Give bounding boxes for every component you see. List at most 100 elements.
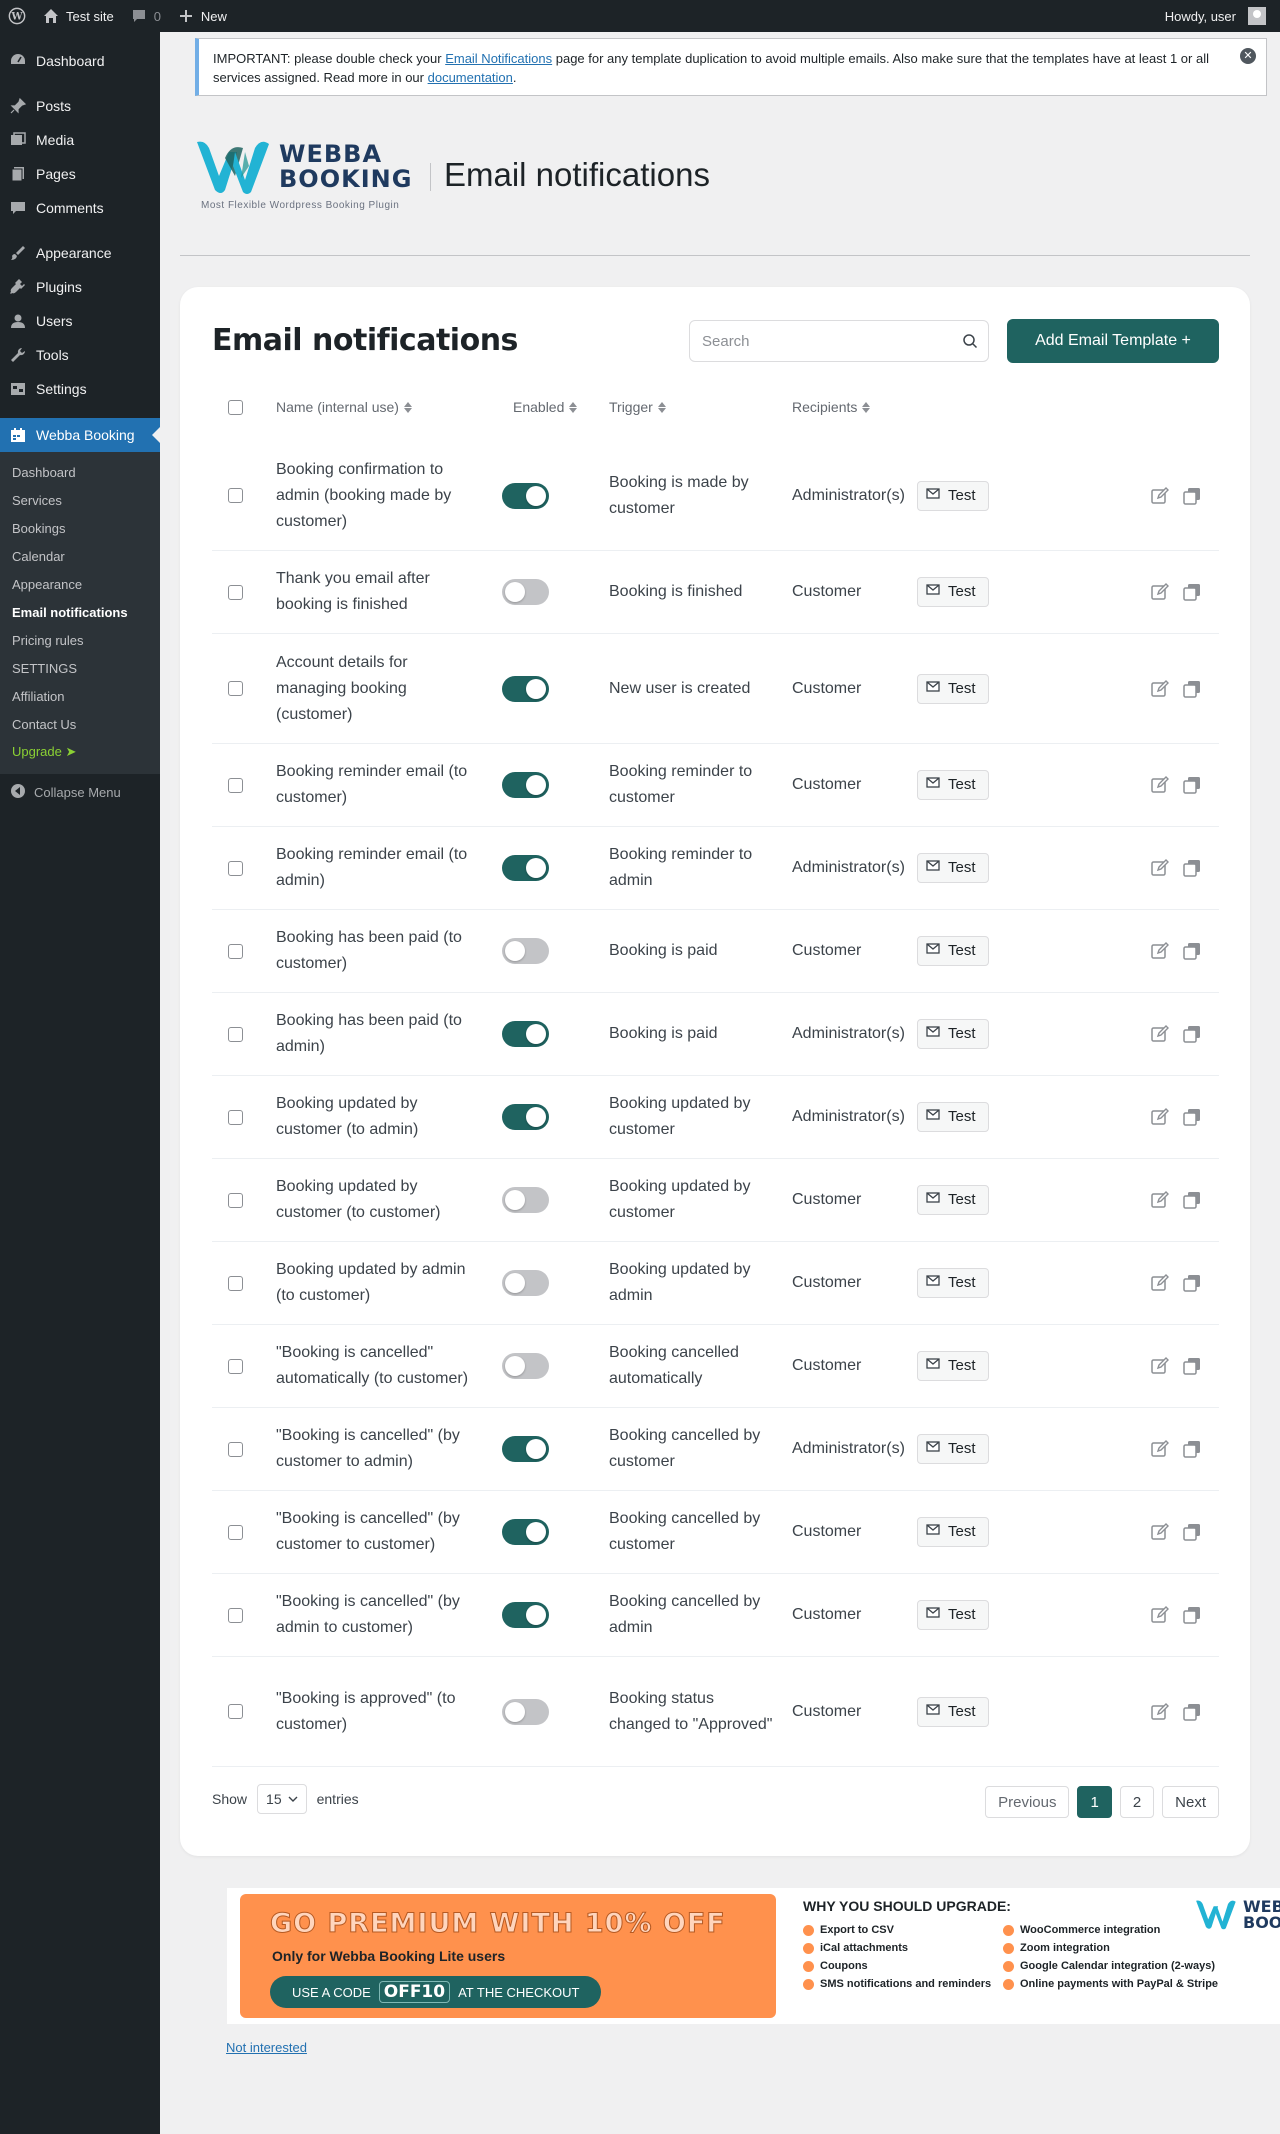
enabled-toggle[interactable] [502,938,549,964]
edit-icon[interactable] [1150,1356,1170,1376]
row-checkbox[interactable] [228,1524,243,1540]
duplicate-icon[interactable] [1182,1190,1202,1210]
duplicate-icon[interactable] [1182,775,1202,795]
test-email-button[interactable]: Test [917,1268,989,1298]
sidebar-item-settings[interactable]: Settings [0,372,160,406]
edit-icon[interactable] [1150,486,1170,506]
sidebar-item-tools[interactable]: Tools [0,338,160,372]
sidebar-item-media[interactable]: Media [0,123,160,157]
page-button-1[interactable]: 1 [1077,1786,1112,1818]
sidebar-item-plugins[interactable]: Plugins [0,270,160,304]
edit-icon[interactable] [1150,858,1170,878]
duplicate-icon[interactable] [1182,1356,1202,1376]
entries-select[interactable]: 15 [257,1784,307,1814]
submenu-affiliation[interactable]: Affiliation [0,682,160,710]
wordpress-logo[interactable]: W [0,0,34,32]
page-button-2[interactable]: 2 [1119,1786,1155,1818]
enabled-toggle[interactable] [502,1436,549,1462]
new-content-link[interactable]: New [169,0,235,32]
submenu-settings[interactable]: SETTINGS [0,654,160,682]
premium-promo-banner[interactable]: GO PREMIUM WITH 10% OFF Only for Webba B… [227,1888,1280,2024]
enabled-toggle[interactable] [502,772,549,798]
test-email-button[interactable]: Test [917,1600,989,1630]
not-interested-link[interactable]: Not interested [226,2040,307,2055]
edit-icon[interactable] [1150,1273,1170,1293]
duplicate-icon[interactable] [1182,486,1202,506]
test-email-button[interactable]: Test [917,1102,989,1132]
column-recipients-header[interactable]: Recipients [792,399,871,415]
submenu-upgrade[interactable]: Upgrade ➤ [0,738,160,766]
previous-page-button[interactable]: Previous [985,1786,1070,1818]
submenu-contact-us[interactable]: Contact Us [0,710,160,738]
row-checkbox[interactable] [228,1358,243,1374]
site-name-link[interactable]: Test site [34,0,122,32]
enabled-toggle[interactable] [502,855,549,881]
row-checkbox[interactable] [228,943,243,959]
duplicate-icon[interactable] [1182,1107,1202,1127]
duplicate-icon[interactable] [1182,858,1202,878]
email-notifications-link[interactable]: Email Notifications [445,51,552,66]
row-checkbox[interactable] [228,1275,243,1291]
duplicate-icon[interactable] [1182,1024,1202,1044]
submenu-pricing-rules[interactable]: Pricing rules [0,626,160,654]
submenu-email-notifications[interactable]: Email notifications [0,598,160,626]
enabled-toggle[interactable] [502,1519,549,1545]
add-email-template-button[interactable]: Add Email Template + [1007,319,1219,363]
enabled-toggle[interactable] [502,482,549,509]
edit-icon[interactable] [1150,941,1170,961]
test-email-button[interactable]: Test [917,1517,989,1547]
test-email-button[interactable]: Test [917,1351,989,1381]
test-email-button[interactable]: Test [917,480,989,511]
test-email-button[interactable]: Test [917,853,989,883]
test-email-button[interactable]: Test [917,936,989,966]
row-checkbox[interactable] [228,488,243,503]
duplicate-icon[interactable] [1182,941,1202,961]
duplicate-icon[interactable] [1182,679,1202,699]
test-email-button[interactable]: Test [917,1434,989,1464]
row-checkbox[interactable] [228,1109,243,1125]
row-checkbox[interactable] [228,1441,243,1457]
submenu-dashboard[interactable]: Dashboard [0,458,160,486]
test-email-button[interactable]: Test [917,1185,989,1215]
edit-icon[interactable] [1150,1605,1170,1625]
row-checkbox[interactable] [228,584,243,600]
select-all-checkbox[interactable] [228,400,243,415]
enabled-toggle[interactable] [502,579,549,605]
enabled-toggle[interactable] [502,1698,549,1725]
submenu-services[interactable]: Services [0,486,160,514]
row-checkbox[interactable] [228,1704,243,1719]
sidebar-item-comments[interactable]: Comments [0,191,160,225]
enabled-toggle[interactable] [502,1270,549,1296]
sidebar-item-webba-booking[interactable]: Webba Booking [0,418,160,452]
duplicate-icon[interactable] [1182,582,1202,602]
sidebar-item-pages[interactable]: Pages [0,157,160,191]
row-checkbox[interactable] [228,860,243,876]
edit-icon[interactable] [1150,1190,1170,1210]
duplicate-icon[interactable] [1182,1522,1202,1542]
edit-icon[interactable] [1150,775,1170,795]
enabled-toggle[interactable] [502,1353,549,1379]
row-checkbox[interactable] [228,681,243,696]
edit-icon[interactable] [1150,679,1170,699]
column-trigger-header[interactable]: Trigger [609,399,666,415]
column-name-header[interactable]: Name (internal use) [276,399,412,415]
test-email-button[interactable]: Test [917,1696,989,1727]
test-email-button[interactable]: Test [917,1019,989,1049]
enabled-toggle[interactable] [502,1104,549,1130]
edit-icon[interactable] [1150,1439,1170,1459]
next-page-button[interactable]: Next [1162,1786,1219,1818]
sidebar-item-dashboard[interactable]: Dashboard [0,44,160,78]
search-icon[interactable] [962,333,978,349]
search-input[interactable] [689,320,989,362]
edit-icon[interactable] [1150,1107,1170,1127]
test-email-button[interactable]: Test [917,577,989,607]
collapse-menu-button[interactable]: Collapse Menu [0,774,160,810]
sidebar-item-appearance[interactable]: Appearance [0,236,160,270]
dismiss-notice-button[interactable]: ✕ [1240,48,1256,64]
duplicate-icon[interactable] [1182,1439,1202,1459]
documentation-link[interactable]: documentation [428,70,513,85]
submenu-calendar[interactable]: Calendar [0,542,160,570]
submenu-bookings[interactable]: Bookings [0,514,160,542]
enabled-toggle[interactable] [502,1187,549,1213]
duplicate-icon[interactable] [1182,1273,1202,1293]
